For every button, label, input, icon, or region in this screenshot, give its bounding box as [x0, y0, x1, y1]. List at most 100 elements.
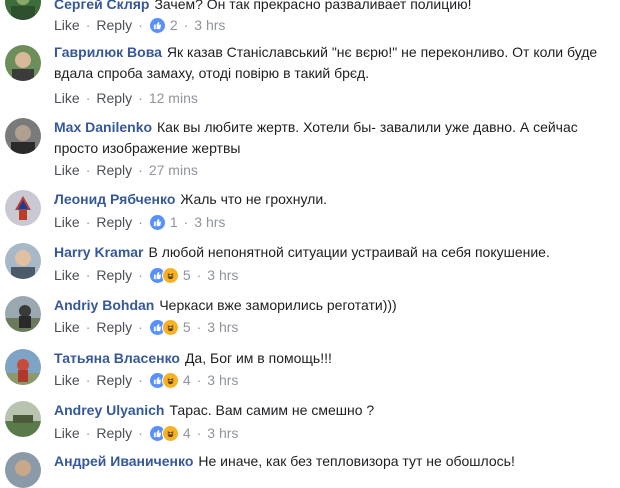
like-button[interactable]: Like — [54, 267, 80, 283]
avatar[interactable] — [5, 0, 41, 20]
avatar[interactable] — [5, 452, 41, 488]
separator: · — [85, 90, 91, 106]
reaction-count: 4 — [182, 425, 191, 441]
comment-text: Зачем? Он так прекрасно разваливает поли… — [154, 0, 472, 12]
separator: · — [85, 267, 91, 283]
reaction-count: 2 — [169, 17, 178, 33]
haha-reaction-icon — [161, 371, 179, 389]
comment-body: Леонид Рябченко Жаль что не грохнули. — [54, 189, 602, 210]
like-button[interactable]: Like — [54, 214, 80, 230]
comment-text: В любой непонятной ситуации устраивай на… — [148, 244, 550, 260]
separator: · — [85, 319, 91, 335]
avatar[interactable] — [5, 401, 41, 437]
comment-actions: Like · Reply · 1 · 3 hrs — [54, 212, 225, 232]
separator: · — [138, 90, 143, 106]
reaction-count: 1 — [169, 214, 178, 230]
reply-button[interactable]: Reply — [96, 267, 132, 283]
comment-author[interactable]: Andriy Bohdan — [54, 297, 154, 313]
separator: · — [138, 319, 143, 335]
timestamp[interactable]: 3 hrs — [207, 319, 238, 335]
comment-body: Harry Kramar В любой непонятной ситуации … — [54, 242, 602, 263]
avatar[interactable] — [5, 243, 41, 279]
reactions[interactable] — [148, 371, 179, 389]
reply-button[interactable]: Reply — [96, 90, 132, 106]
timestamp[interactable]: 12 mins — [149, 90, 198, 106]
reply-button[interactable]: Reply — [96, 17, 132, 33]
comment-text: Черкаси вже заморились реготати))) — [159, 297, 397, 313]
reply-button[interactable]: Reply — [96, 425, 132, 441]
haha-reaction-icon — [161, 318, 179, 336]
like-button[interactable]: Like — [54, 17, 80, 33]
comment-author[interactable]: Гаврилюк Вова — [54, 44, 162, 60]
separator: · — [138, 372, 143, 388]
reply-button[interactable]: Reply — [96, 162, 132, 178]
reply-button[interactable]: Reply — [96, 214, 132, 230]
comment-text: Жаль что не грохнули. — [180, 191, 328, 207]
avatar[interactable] — [5, 118, 41, 154]
reactions[interactable] — [148, 16, 166, 34]
timestamp[interactable]: 3 hrs — [207, 267, 238, 283]
timestamp[interactable]: 27 mins — [149, 162, 198, 178]
separator: · — [138, 162, 143, 178]
comment-actions: Like · Reply · 2 · 3 hrs — [54, 15, 225, 35]
comment-author[interactable]: Harry Kramar — [54, 244, 144, 260]
avatar[interactable] — [5, 349, 41, 385]
separator: · — [138, 214, 143, 230]
comment-actions: Like · Reply · 5 · 3 hrs — [54, 265, 238, 285]
comment-author[interactable]: Сергей Скляр — [54, 0, 149, 12]
timestamp[interactable]: 3 hrs — [194, 214, 225, 230]
reaction-count: 4 — [182, 372, 191, 388]
comment-author[interactable]: Max Danilenko — [54, 119, 152, 135]
separator: · — [196, 319, 202, 335]
comment-body: Andriy Bohdan Черкаси вже заморились рего… — [54, 295, 602, 316]
timestamp[interactable]: 3 hrs — [207, 425, 238, 441]
reaction-count: 5 — [182, 319, 191, 335]
comment-actions: Like · Reply · 4 · 3 hrs — [54, 370, 238, 390]
avatar[interactable] — [5, 45, 41, 81]
comment-actions: Like · Reply · 12 mins — [54, 88, 198, 108]
separator: · — [138, 425, 143, 441]
separator: · — [183, 214, 189, 230]
reactions[interactable] — [148, 318, 179, 336]
comment-body: Татьяна Власенко Да, Бог им в помощь!!! — [54, 348, 602, 369]
comment-author[interactable]: Татьяна Власенко — [54, 350, 180, 366]
haha-reaction-icon — [161, 424, 179, 442]
separator: · — [85, 162, 91, 178]
separator: · — [196, 425, 202, 441]
separator: · — [85, 372, 91, 388]
separator: · — [138, 17, 143, 33]
comment-body: Гаврилюк Вова Як казав Станіславський "нє… — [54, 42, 602, 84]
reactions[interactable] — [148, 213, 166, 231]
timestamp[interactable]: 3 hrs — [207, 372, 238, 388]
like-button[interactable]: Like — [54, 162, 80, 178]
haha-reaction-icon — [161, 266, 179, 284]
comment-text: Тарас. Вам самим не смешно ? — [169, 402, 375, 418]
reaction-count: 5 — [182, 267, 191, 283]
separator: · — [138, 267, 143, 283]
comment-author[interactable]: Леонид Рябченко — [54, 191, 175, 207]
comment-actions: Like · Reply · 5 · 3 hrs — [54, 317, 238, 337]
comment-author[interactable]: Andrey Ulyanich — [54, 402, 164, 418]
separator: · — [183, 17, 189, 33]
avatar[interactable] — [5, 190, 41, 226]
comment-text: Да, Бог им в помощь!!! — [184, 350, 332, 366]
like-button[interactable]: Like — [54, 425, 80, 441]
reactions[interactable] — [148, 424, 179, 442]
timestamp[interactable]: 3 hrs — [194, 17, 225, 33]
like-button[interactable]: Like — [54, 319, 80, 335]
separator: · — [85, 425, 91, 441]
separator: · — [85, 17, 91, 33]
separator: · — [196, 372, 202, 388]
comment-actions: Like · Reply · 27 mins — [54, 160, 198, 180]
reply-button[interactable]: Reply — [96, 372, 132, 388]
comment-actions: Like · Reply · 4 · 3 hrs — [54, 423, 238, 443]
like-button[interactable]: Like — [54, 90, 80, 106]
separator: · — [85, 214, 91, 230]
like-reaction-icon — [148, 16, 166, 34]
reply-button[interactable]: Reply — [96, 319, 132, 335]
comment-body: Сергей Скляр Зачем? Он так прекрасно разв… — [54, 0, 602, 15]
like-button[interactable]: Like — [54, 372, 80, 388]
avatar[interactable] — [5, 296, 41, 332]
reactions[interactable] — [148, 266, 179, 284]
comment-body: Andrey Ulyanich Тарас. Вам самим не смешн… — [54, 400, 602, 421]
